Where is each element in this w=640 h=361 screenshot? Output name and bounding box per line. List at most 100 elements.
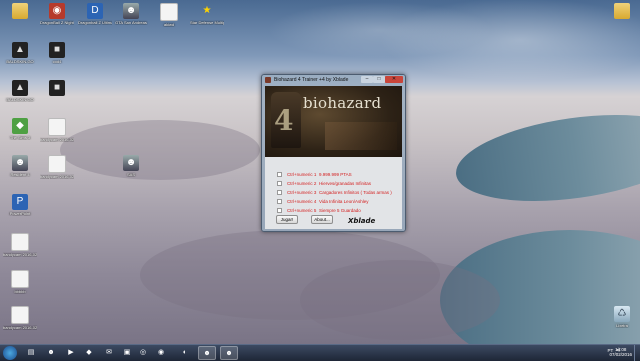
- option-hotkey: Ctrl+numeric 2: [287, 181, 317, 186]
- window-title: Biohazard 4 Trainer +4 by Xblade: [274, 77, 349, 83]
- explorer-taskbar-icon[interactable]: ▤: [22, 346, 40, 360]
- play-button[interactable]: Jugar!: [276, 215, 298, 224]
- option-row: Ctrl+numeric 2 Hierves/granadas Infinita…: [277, 180, 399, 188]
- shortcut-label: GTA San Andreas: [115, 20, 147, 25]
- shortcut-label: cod4: [52, 59, 62, 64]
- game-taskbar-icon[interactable]: ☻: [42, 346, 60, 360]
- option-checkbox[interactable]: [277, 208, 282, 213]
- desktop-shortcut[interactable]: ☻ Resident 4: [3, 155, 37, 177]
- window-titlebar[interactable]: Biohazard 4 Trainer +4 by Xblade – □ ✕: [262, 75, 405, 85]
- option-description: Hierves/granadas Infinitas: [319, 181, 372, 186]
- option-description: Siempre 5 Guardado: [319, 208, 361, 213]
- desktop-shortcut[interactable]: ★ Star Defense Multiplayer: [190, 3, 224, 26]
- desktop-shortcut[interactable]: ■ cod4: [40, 42, 74, 64]
- shortcut-label: Lixeira: [616, 323, 628, 328]
- desktop-shortcut[interactable]: P PowerPoint: [3, 194, 37, 216]
- minimize-button[interactable]: –: [361, 76, 373, 83]
- game-icon: ☻: [123, 155, 139, 171]
- desktop-shortcut[interactable]: ☻ GTA San Andreas: [114, 3, 148, 25]
- firefox-taskbar-icon[interactable]: ◉: [152, 346, 170, 360]
- dune-shadow: [300, 260, 500, 340]
- desktop-shortcut[interactable]: ■: [40, 80, 74, 97]
- shortcut-label: SAS: [126, 172, 135, 177]
- desktop: ◉ DragonBall Z Night... D Dragonball Z Ulti…: [0, 0, 640, 344]
- document-icon: [160, 3, 178, 21]
- lagoon-water: [450, 101, 640, 215]
- option-hotkey: Ctrl+numeric 4: [287, 199, 317, 204]
- trainer-window[interactable]: Biohazard 4 Trainer +4 by Xblade – □ ✕ 4…: [261, 74, 406, 232]
- desktop-shortcut[interactable]: ♺ Lixeira: [605, 306, 639, 328]
- desktop-shortcut[interactable]: bandycam 2016-02-07...: [40, 155, 74, 179]
- game-icon: ▲: [12, 42, 28, 58]
- desktop-shortcut[interactable]: bandycam 2016-02-07...: [40, 118, 74, 142]
- show-desktop-button[interactable]: [634, 345, 640, 361]
- shortcut-label: akiwd: [163, 22, 175, 27]
- option-description: Vida Infinita Leon/Ashley: [319, 199, 369, 204]
- app-icon: ◆: [12, 118, 28, 134]
- clock[interactable]: 14:08 07/02/2016: [609, 347, 632, 357]
- option-hotkey: Ctrl+numeric 1: [287, 172, 317, 177]
- window-client: 4 biohazard Ctrl+numeric 1 9.999.999 PTA…: [265, 86, 402, 229]
- option-checkbox[interactable]: [277, 181, 282, 186]
- folder-icon: [614, 3, 630, 19]
- option-hotkey: Ctrl+numeric 5: [287, 208, 317, 213]
- desktop-shortcut[interactable]: [605, 3, 639, 20]
- game-icon: ◉: [49, 3, 65, 19]
- star-icon: ★: [202, 5, 212, 16]
- app-taskbar-icon[interactable]: ◆: [80, 346, 98, 360]
- desktop-shortcut[interactable]: ◆ The Sims 3: [3, 118, 37, 140]
- about-button[interactable]: About...: [311, 215, 333, 224]
- shortcut-label: bandycam 2016-02-07...: [3, 252, 37, 257]
- shortcut-label: bandycam 2016-02-07...: [40, 137, 74, 142]
- maximize-button[interactable]: □: [373, 76, 385, 83]
- game-icon: ☻: [12, 155, 28, 171]
- desktop-shortcut[interactable]: akiwd: [152, 3, 186, 27]
- desktop-shortcut[interactable]: ☻ SAS: [114, 155, 148, 177]
- option-hotkey: Ctrl+numeric 3: [287, 190, 317, 195]
- game-icon: ☻: [123, 3, 139, 19]
- shortcut-label: BALDSKIN-GO: [6, 59, 34, 64]
- game-taskbar-icon[interactable]: ☻: [198, 346, 216, 360]
- option-row: Ctrl+numeric 1 9.999.999 PTAS: [277, 171, 399, 179]
- shortcut-label: Dragonball Z Ultimate: [78, 20, 112, 25]
- start-button[interactable]: [3, 346, 17, 360]
- option-row: Ctrl+numeric 4 Vida Infinita Leon/Ashley: [277, 198, 399, 206]
- option-checkbox[interactable]: [277, 172, 282, 177]
- shortcut-label: Star Defense Multiplayer: [190, 20, 224, 25]
- shortcut-label: bandycam 2016-02-07...: [40, 174, 74, 179]
- recycle-bin-icon: ♺: [614, 306, 630, 322]
- clock-date: 07/02/2016: [609, 352, 632, 357]
- trainer-taskbar-icon[interactable]: ☻: [220, 346, 238, 360]
- brand-logo: Xblade: [348, 217, 376, 225]
- folder-icon: [12, 3, 28, 19]
- document-icon: [11, 306, 29, 324]
- shortcut-label: DragonBall Z Night...: [40, 20, 74, 25]
- app-taskbar-icon[interactable]: ✉: [100, 346, 118, 360]
- desktop-shortcut[interactable]: ▲ BALDSKIN-GO: [3, 42, 37, 64]
- app-taskbar-icon[interactable]: ◐: [176, 346, 194, 360]
- media-taskbar-icon[interactable]: ▶: [62, 346, 80, 360]
- desktop-shortcut[interactable]: ▲ BALDSKIN-GO: [3, 80, 37, 102]
- desktop-shortcut[interactable]: bbbbb: [3, 270, 37, 294]
- desktop-shortcut[interactable]: bandycam 2016-02-07 1...: [3, 306, 37, 330]
- taskbar: ▤ ☻ ▶ ◆ ✉ ▣ ◎ ◉ ◐ ☻ ☻ PT ◂) 14:08 07/02/2016: [0, 344, 640, 361]
- app-icon: [265, 77, 271, 83]
- game-icon: ■: [49, 42, 65, 58]
- shortcut-label: bbbbb: [14, 289, 26, 294]
- banner-logo: biohazard: [303, 94, 382, 112]
- document-icon: [48, 155, 66, 173]
- shortcut-label: PowerPoint: [9, 211, 31, 216]
- desktop-shortcut[interactable]: ◉ DragonBall Z Night...: [40, 3, 74, 25]
- shortcut-label: bandycam 2016-02-07 1...: [3, 325, 37, 330]
- desktop-shortcut[interactable]: bandycam 2016-02-07...: [3, 233, 37, 257]
- close-button[interactable]: ✕: [385, 76, 403, 83]
- option-checkbox[interactable]: [277, 190, 282, 195]
- option-checkbox[interactable]: [277, 199, 282, 204]
- game-icon: ▲: [12, 80, 28, 96]
- document-icon: [48, 118, 66, 136]
- desktop-shortcut[interactable]: [3, 3, 37, 20]
- app-taskbar-icon[interactable]: ◎: [134, 346, 152, 360]
- dune-shadow: [60, 120, 260, 180]
- game-banner: 4 biohazard: [265, 86, 402, 157]
- desktop-shortcut[interactable]: DDragonball Z Ultimate: [78, 3, 112, 25]
